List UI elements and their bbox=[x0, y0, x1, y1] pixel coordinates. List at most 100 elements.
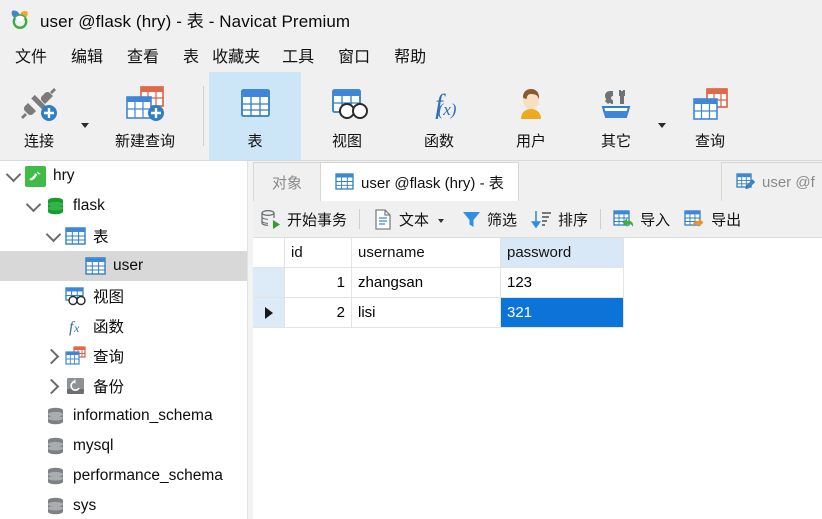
menu-favorites[interactable]: 收藏夹 bbox=[203, 41, 269, 69]
text-view-button[interactable]: 文本 bbox=[365, 205, 453, 233]
toolbar-button-connection[interactable]: 连接 bbox=[0, 72, 78, 160]
toolbar-button-function[interactable]: f (x) 函数 bbox=[393, 72, 485, 160]
sort-button[interactable]: 排序 bbox=[524, 205, 595, 233]
view-icon bbox=[64, 285, 86, 307]
menu-tools[interactable]: 工具 bbox=[273, 41, 323, 69]
menu-view[interactable]: 查看 bbox=[118, 41, 168, 69]
table-icon bbox=[233, 82, 277, 128]
svg-text:x: x bbox=[73, 321, 80, 335]
chevron-down-icon bbox=[81, 122, 89, 128]
tree-item-tables[interactable]: 表 bbox=[0, 221, 247, 251]
toolbar-button-query[interactable]: 查询 bbox=[669, 72, 751, 160]
connection-dropdown-caret[interactable] bbox=[78, 72, 92, 160]
tab-table-design[interactable]: user @f bbox=[721, 162, 822, 201]
tree-item-queries[interactable]: 查询 bbox=[0, 341, 247, 371]
row-marker-cell[interactable] bbox=[253, 297, 285, 328]
menu-edit[interactable]: 编辑 bbox=[62, 41, 112, 69]
tree-item-views[interactable]: 视图 bbox=[0, 281, 247, 311]
tree-item-user[interactable]: user bbox=[0, 251, 247, 281]
twisty-expanded-icon[interactable] bbox=[42, 226, 64, 242]
begin-transaction-label: 开始事务 bbox=[287, 211, 348, 229]
content-area: 对象 user @flask (hry) - 表 user @f 开始事务 文本… bbox=[253, 161, 822, 519]
new-query-icon bbox=[122, 82, 168, 128]
toolbar-button-view[interactable]: 视图 bbox=[301, 72, 393, 160]
other-dropdown-caret[interactable] bbox=[655, 72, 669, 160]
data-grid[interactable]: id username password 1 zhangsan 123 2 li… bbox=[253, 238, 822, 519]
tab-objects[interactable]: 对象 bbox=[253, 162, 322, 201]
table-row[interactable]: 1 zhangsan 123 bbox=[253, 267, 624, 298]
menu-window[interactable]: 窗口 bbox=[329, 41, 379, 69]
object-tree-sidebar[interactable]: hry flask 表 user 视图 f x 函数 查询 备份 informa… bbox=[0, 161, 247, 519]
cell-id[interactable]: 1 bbox=[284, 267, 352, 298]
twisty-expanded-icon[interactable] bbox=[22, 196, 44, 212]
function-fx-icon: f (x) bbox=[417, 82, 461, 128]
chevron-down-icon[interactable] bbox=[438, 219, 445, 223]
data-toolbar-separator bbox=[359, 209, 361, 229]
database-grey-icon bbox=[44, 405, 66, 427]
import-button[interactable]: 导入 bbox=[606, 205, 677, 233]
toolbar-label-view: 视图 bbox=[331, 132, 362, 150]
filter-button[interactable]: 筛选 bbox=[453, 205, 524, 233]
cell-password[interactable]: 321 bbox=[500, 297, 624, 328]
cell-username[interactable]: zhangsan bbox=[351, 267, 501, 298]
tree-item-flask[interactable]: flask bbox=[0, 191, 247, 221]
menu-help[interactable]: 帮助 bbox=[385, 41, 435, 69]
data-grid-table: id username password 1 zhangsan 123 2 li… bbox=[253, 238, 624, 328]
tree-item-backups[interactable]: 备份 bbox=[0, 371, 247, 401]
begin-transaction-icon bbox=[260, 208, 282, 230]
svg-text:(x): (x) bbox=[438, 100, 457, 119]
header-row: id username password bbox=[253, 238, 624, 268]
import-icon bbox=[613, 208, 635, 230]
query-icon bbox=[688, 82, 732, 128]
table-icon bbox=[335, 173, 355, 191]
tree-label-views: 视图 bbox=[93, 289, 125, 306]
other-tools-icon bbox=[594, 82, 638, 128]
filter-label: 筛选 bbox=[487, 211, 518, 229]
twisty-collapsed-icon[interactable] bbox=[42, 348, 64, 364]
tree-label-queries: 查询 bbox=[93, 349, 125, 366]
gutter-header bbox=[253, 238, 285, 268]
cell-password[interactable]: 123 bbox=[500, 267, 624, 298]
tab-table-data[interactable]: user @flask (hry) - 表 bbox=[320, 162, 519, 201]
tree-item-mysql[interactable]: mysql bbox=[0, 431, 247, 461]
window-title: user @flask (hry) - 表 - Navicat Premium bbox=[40, 11, 351, 31]
data-grid-header: id username password bbox=[253, 238, 624, 268]
tree-label-information-schema: information_schema bbox=[73, 407, 213, 424]
tree-label-sys: sys bbox=[73, 497, 97, 514]
tree-item-sys[interactable]: sys bbox=[0, 491, 247, 519]
tree-item-performance-schema[interactable]: performance_schema bbox=[0, 461, 247, 491]
begin-transaction-button[interactable]: 开始事务 bbox=[253, 205, 354, 233]
menu-table[interactable]: 表 bbox=[174, 41, 203, 69]
tree-item-functions[interactable]: f x 函数 bbox=[0, 311, 247, 341]
toolbar-button-other[interactable]: 其它 bbox=[577, 72, 655, 160]
toolbar-label-function: 函数 bbox=[423, 132, 454, 150]
database-green-icon bbox=[44, 195, 66, 217]
tree-item-information-schema[interactable]: information_schema bbox=[0, 401, 247, 431]
row-marker-cell[interactable] bbox=[253, 267, 285, 298]
toolbar-button-table[interactable]: 表 bbox=[209, 72, 301, 160]
tree-label-user: user bbox=[113, 257, 144, 274]
export-button[interactable]: 导出 bbox=[677, 205, 748, 233]
menu-file[interactable]: 文件 bbox=[6, 41, 56, 69]
table-row[interactable]: 2 lisi 321 bbox=[253, 297, 624, 328]
column-header-id[interactable]: id bbox=[284, 238, 352, 268]
toolbar-button-new-query[interactable]: 新建查询 bbox=[92, 72, 198, 160]
query-icon bbox=[64, 345, 86, 367]
twisty-expanded-icon[interactable] bbox=[2, 166, 24, 182]
menu-bar: 文件 编辑 查看 表 收藏夹 工具 窗口 帮助 bbox=[0, 38, 822, 72]
twisty-collapsed-icon[interactable] bbox=[42, 378, 64, 394]
database-grey-icon bbox=[44, 495, 66, 517]
column-header-username[interactable]: username bbox=[351, 238, 501, 268]
toolbar-label-table: 表 bbox=[247, 132, 263, 150]
tab-table-data-label: user @flask (hry) - 表 bbox=[361, 174, 504, 192]
cell-id[interactable]: 2 bbox=[284, 297, 352, 328]
tree-label-backups: 备份 bbox=[93, 379, 125, 396]
main-toolbar: 连接 新建查询 表 视图 f (x) 函数 用户 其它 查询 bbox=[0, 72, 822, 161]
toolbar-button-user[interactable]: 用户 bbox=[485, 72, 577, 160]
cell-username[interactable]: lisi bbox=[351, 297, 501, 328]
column-header-password[interactable]: password bbox=[500, 238, 624, 268]
navicat-window: user @flask (hry) - 表 - Navicat Premium … bbox=[0, 0, 822, 519]
tree-item-hry[interactable]: hry bbox=[0, 161, 247, 191]
user-icon bbox=[509, 82, 553, 128]
table-icon bbox=[64, 225, 86, 247]
